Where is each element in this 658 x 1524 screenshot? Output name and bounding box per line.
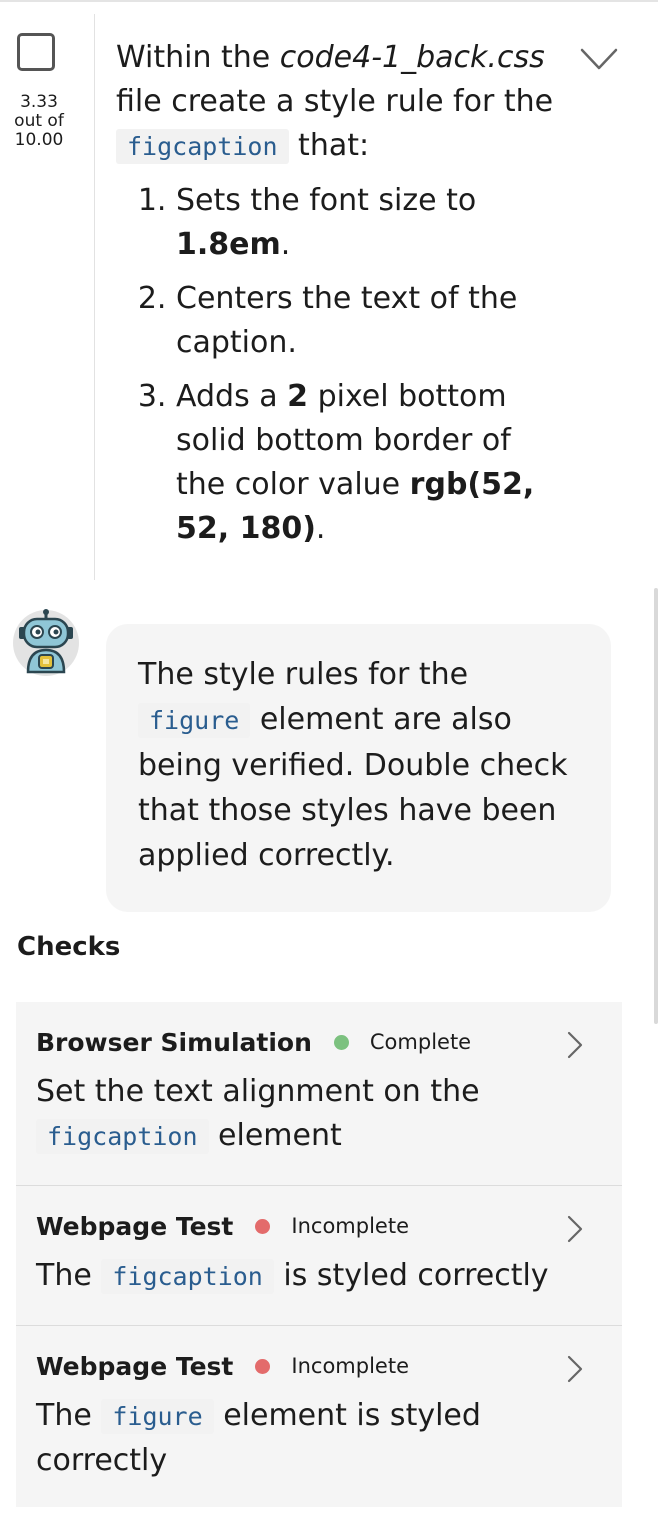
intro-text-2: file create a style rule for the [116, 84, 554, 119]
score-value: 3.33 [20, 92, 58, 112]
element-code: figcaption [116, 129, 289, 164]
status-dot [255, 1358, 271, 1374]
status-badge: Incomplete [291, 1214, 409, 1238]
status-dot [333, 1034, 349, 1050]
robot-icon [13, 609, 79, 676]
top-divider [0, 0, 658, 2]
check-description: The figure element is styled correctly [36, 1398, 481, 1478]
step-item: Adds a 2 pixel bottom solid bottom borde… [176, 375, 566, 551]
intro-text-3: that: [288, 128, 370, 163]
filename: code4-1_back.css [279, 40, 545, 75]
chevron-right-icon[interactable] [566, 1030, 584, 1060]
check-type: Webpage Test [36, 1351, 234, 1381]
steps-list: Sets the font size to 1.8em. Centers the… [116, 179, 566, 551]
step-item: Centers the text of the caption. [176, 277, 566, 365]
score-total: 10.00 [14, 130, 64, 150]
status-dot [255, 1218, 271, 1234]
chevron-down-icon[interactable] [579, 46, 619, 72]
score-display: 3.33 out of 10.00 [4, 93, 74, 150]
check-description: The figcaption is styled correctly [36, 1258, 549, 1294]
intro-text: Within the [116, 40, 280, 75]
check-type: Webpage Test [36, 1211, 234, 1241]
check-card[interactable]: Webpage Test Incomplete The figure eleme… [16, 1326, 622, 1507]
chevron-right-icon[interactable] [566, 1214, 584, 1244]
scrollbar[interactable] [654, 588, 658, 1024]
task-instructions: Within the code4-1_back.css file create … [116, 36, 566, 561]
task-checkbox[interactable] [17, 33, 55, 71]
check-description: Set the text alignment on the figcaption… [36, 1074, 480, 1154]
task-intro: Within the code4-1_back.css file create … [116, 36, 566, 169]
chevron-right-icon[interactable] [566, 1354, 584, 1384]
hint-bubble: The style rules for the figure element a… [106, 624, 611, 912]
task-block: 3.33 out of 10.00 Within the code4-1_bac… [0, 14, 658, 580]
checks-heading: Checks [17, 932, 121, 962]
check-card[interactable]: Webpage Test Incomplete The figcaption i… [16, 1186, 622, 1325]
hint-text: The style rules for the [138, 657, 469, 692]
step-item: Sets the font size to 1.8em. [176, 179, 566, 267]
check-type: Browser Simulation [36, 1027, 312, 1057]
status-badge: Complete [369, 1030, 472, 1054]
vertical-divider [94, 14, 95, 580]
check-card[interactable]: Browser Simulation Complete Set the text… [16, 1002, 622, 1185]
score-separator: out of [14, 111, 64, 131]
hint-code: figure [138, 703, 251, 738]
status-badge: Incomplete [291, 1354, 409, 1378]
